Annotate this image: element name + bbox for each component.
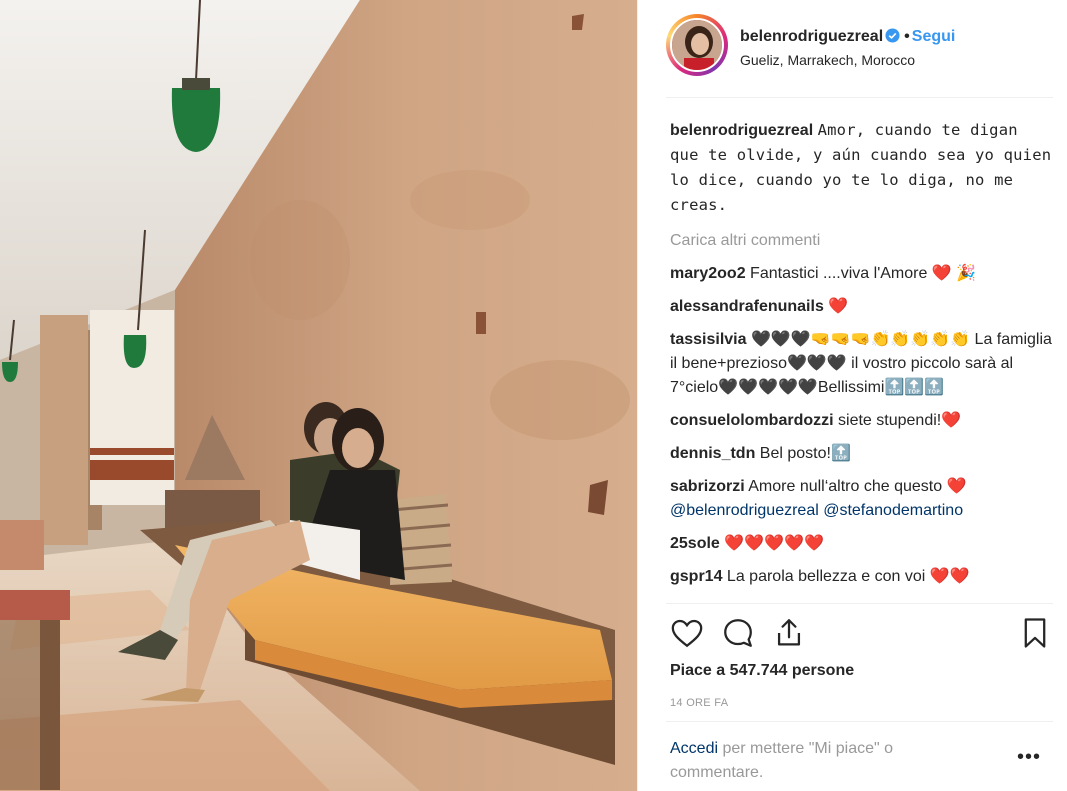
load-more-comments-button[interactable]: Carica altri commenti: [670, 230, 1055, 252]
post-sidebar: belenrodriguezreal • Segui Gueliz, Marrake…: [637, 0, 1067, 791]
comment-item: alessandrafenunails ❤️: [670, 295, 1055, 319]
header-username[interactable]: belenrodriguezreal: [740, 28, 883, 45]
login-prompt: Accedi per mettere "Mi piace" o commenta…: [666, 721, 1053, 791]
comment-item: sabrizorzi Amore null‘altro che questo ❤…: [670, 475, 1055, 523]
comment-item: mary2oo2 Fantastici ....viva l'Amore ❤️ …: [670, 262, 1055, 286]
comment-item: consuelolombardozzi siete stupendi!❤️: [670, 409, 1055, 433]
follow-button[interactable]: Segui: [912, 28, 956, 45]
heart-outline-icon[interactable]: [670, 616, 706, 652]
header-separator: •: [904, 28, 910, 45]
comment-item: gspr14 La parola bellezza e con voi ❤️❤️: [670, 565, 1055, 589]
post-photo-illustration: [0, 0, 637, 791]
avatar-image: [670, 18, 724, 72]
location-link[interactable]: Gueliz, Marrakech, Morocco: [740, 52, 915, 68]
post-photo[interactable]: [0, 0, 637, 791]
comment-text: Amore null‘altro che questo ❤️: [748, 478, 967, 495]
avatar-portrait-icon: [672, 20, 722, 70]
likes-count[interactable]: Piace a 547.744 persone: [670, 662, 854, 680]
verified-badge-icon: [885, 28, 900, 48]
post-caption: belenrodriguezreal Amor, cuando te digan…: [670, 118, 1055, 218]
comment-bubble-icon[interactable]: [721, 616, 757, 652]
comment-username[interactable]: 25sole: [670, 535, 720, 552]
comment-text: Bel posto!🔝: [759, 445, 851, 462]
comment-text: Fantastici ....viva l'Amore ❤️ 🎉: [750, 265, 977, 282]
comments-list[interactable]: belenrodriguezreal Amor, cuando te digan…: [670, 118, 1055, 602]
comment-item: tassisilvia 🖤🖤🖤🤜🤜🤜👏👏👏👏👏 La famiglia il b…: [670, 328, 1055, 400]
post-header: belenrodriguezreal • Segui Gueliz, Marrake…: [666, 14, 1053, 98]
action-bar: [666, 603, 1053, 663]
bookmark-icon[interactable]: [1018, 616, 1054, 652]
comment-text: La parola bellezza e con voi ❤️❤️: [726, 568, 970, 585]
post-timestamp[interactable]: 14 ORE FA: [670, 697, 728, 709]
avatar[interactable]: [666, 14, 728, 76]
comment-username[interactable]: alessandrafenunails: [670, 298, 824, 315]
comment-username[interactable]: consuelolombardozzi: [670, 412, 834, 429]
comment-username[interactable]: gspr14: [670, 568, 722, 585]
login-link[interactable]: Accedi: [670, 740, 718, 757]
comment-username[interactable]: mary2oo2: [670, 265, 746, 282]
comment-username[interactable]: tassisilvia: [670, 331, 747, 348]
comment-username[interactable]: sabrizorzi: [670, 478, 745, 495]
comment-text: ❤️: [828, 298, 849, 315]
comment-text: ❤️❤️❤️❤️❤️: [724, 535, 824, 552]
header-user-line: belenrodriguezreal • Segui: [740, 28, 955, 48]
more-options-icon[interactable]: •••: [1017, 746, 1041, 769]
comment-text: siete stupendi!❤️: [838, 412, 962, 429]
login-prompt-text: Accedi per mettere "Mi piace" o commenta…: [670, 737, 970, 785]
share-upload-icon[interactable]: [772, 616, 808, 652]
comment-item: dennis_tdn Bel posto!🔝: [670, 442, 1055, 466]
comment-mentions[interactable]: @belenrodriguezreal @stefanodemartino: [670, 502, 963, 519]
comment-username[interactable]: dennis_tdn: [670, 445, 755, 462]
caption-username[interactable]: belenrodriguezreal: [670, 122, 813, 139]
comment-item: 25sole ❤️❤️❤️❤️❤️: [670, 532, 1055, 556]
